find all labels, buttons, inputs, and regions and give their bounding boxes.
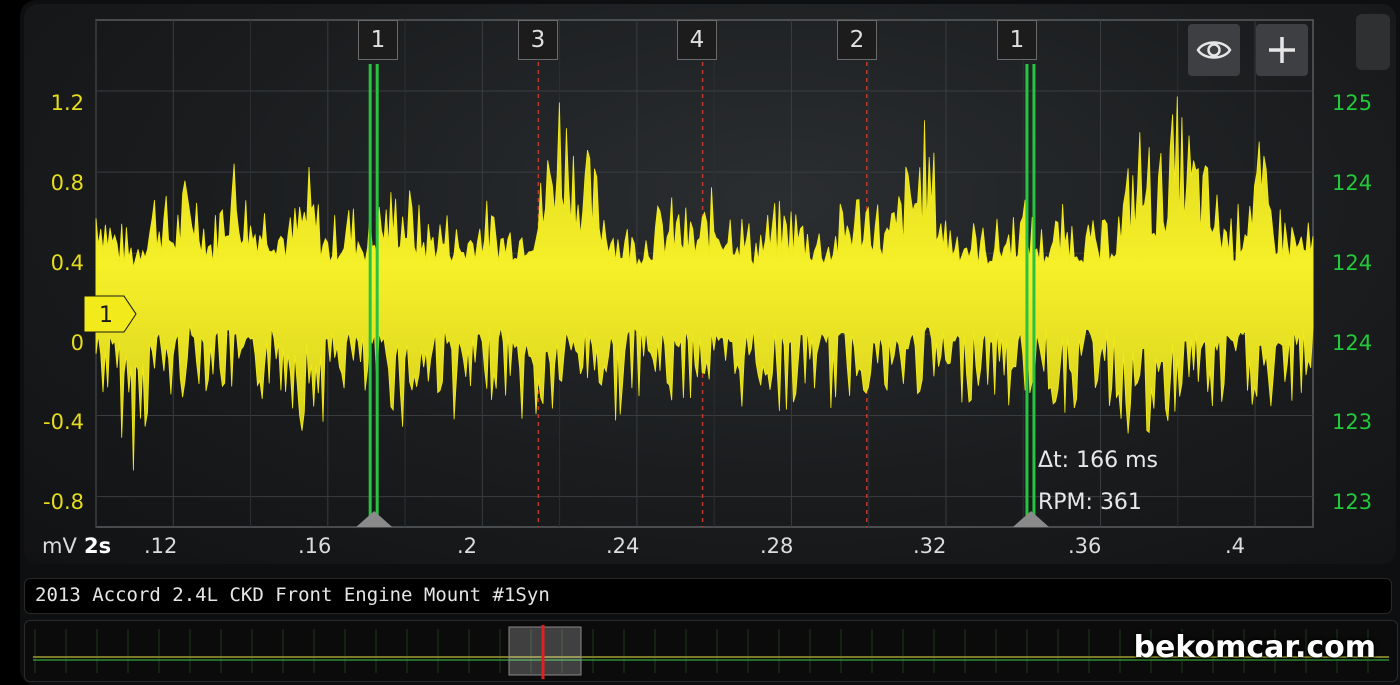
scope-plot-panel[interactable]: 1 [24, 4, 1396, 564]
overview-viewport [508, 626, 582, 676]
eye-icon [1196, 41, 1232, 59]
x-tick-label: .2 [457, 534, 478, 558]
watermark: bekomcar.com [1133, 630, 1376, 665]
cylinder-marker[interactable]: 3 [518, 20, 558, 60]
right-tick-label: 124 [1332, 171, 1373, 195]
rpm-readout: RPM: 361 [1038, 490, 1142, 515]
right-tick-label: 123 [1332, 410, 1373, 434]
waveform-trace [95, 96, 1314, 471]
y-tick-label: 0.4 [50, 251, 84, 275]
cylinder-marker[interactable]: 4 [677, 20, 717, 60]
y-tick-label: -0.4 [43, 410, 84, 434]
x-tick-label: .36 [1068, 534, 1102, 558]
scope-chart[interactable]: 1 [24, 4, 1396, 564]
right-tick-label: 124 [1332, 251, 1373, 275]
right-tick-label: 123 [1332, 490, 1373, 514]
y-tick-label: 0.8 [50, 171, 84, 195]
left-unit-label: mV [42, 534, 77, 558]
x-tick-label: .28 [760, 534, 794, 558]
add-channel-button[interactable] [1256, 24, 1308, 76]
time-unit-label: 2s [84, 534, 112, 558]
plus-icon [1269, 37, 1295, 63]
y-tick-label: 1.2 [50, 91, 84, 115]
cylinder-marker[interactable]: 1 [358, 20, 398, 60]
cylinder-marker[interactable]: 1 [997, 20, 1037, 60]
x-tick-label: .4 [1225, 534, 1246, 558]
capture-title-bar: 2013 Accord 2.4L CKD Front Engine Mount … [24, 578, 1392, 614]
x-tick-label: .32 [913, 534, 947, 558]
y-tick-label: 0 [70, 331, 84, 355]
x-tick-label: .12 [144, 534, 178, 558]
x-tick-label: .16 [298, 534, 332, 558]
measurement-readout: Δt: 166 ms RPM: 361 [1038, 440, 1158, 524]
y-tick-label: -0.8 [43, 490, 84, 514]
right-tick-label: 124 [1332, 331, 1373, 355]
delta-time-readout: Δt: 166 ms [1038, 448, 1158, 473]
cylinder-marker[interactable]: 2 [837, 20, 877, 60]
trigger-marker-label: 1 [99, 303, 113, 328]
x-tick-label: .24 [606, 534, 640, 558]
cursor-handle [356, 511, 393, 527]
panel-drag-handle[interactable] [1356, 14, 1390, 70]
visibility-button[interactable] [1188, 24, 1240, 76]
capture-title: 2013 Accord 2.4L CKD Front Engine Mount … [35, 584, 550, 606]
right-tick-label: 125 [1332, 91, 1373, 115]
